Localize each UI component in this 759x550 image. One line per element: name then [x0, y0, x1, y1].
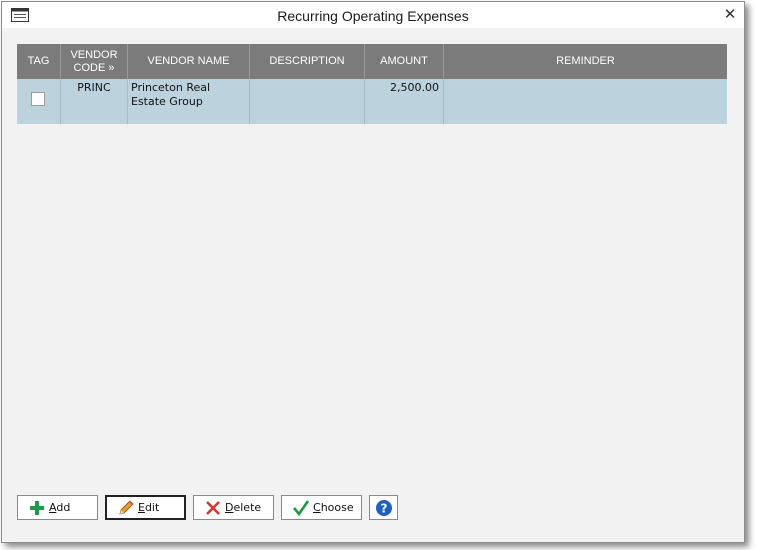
- vendor-name-cell: Princeton Real Estate Group: [128, 79, 250, 124]
- vendor-code-cell: PRINC: [61, 79, 128, 124]
- checkmark-icon: [292, 499, 310, 517]
- tag-checkbox[interactable]: [31, 92, 45, 106]
- delete-button-label: Delete: [225, 501, 262, 514]
- plus-icon: [28, 499, 46, 517]
- reminder-cell: [444, 79, 727, 124]
- delete-button[interactable]: Delete: [193, 495, 274, 520]
- help-icon: ?: [375, 499, 392, 516]
- description-cell: [250, 79, 365, 124]
- column-header-vendor-code[interactable]: VENDOR CODE »: [61, 44, 128, 79]
- help-button[interactable]: ?: [369, 495, 398, 520]
- tag-cell: [17, 79, 61, 124]
- choose-button-label: Choose: [313, 501, 354, 514]
- choose-button[interactable]: Choose: [281, 495, 362, 520]
- column-header-reminder[interactable]: REMINDER: [444, 44, 727, 79]
- column-header-amount[interactable]: AMOUNT: [365, 44, 444, 79]
- add-button-label: Add: [49, 501, 71, 514]
- close-icon[interactable]: ✕: [722, 6, 738, 22]
- title-bar: Recurring Operating Expenses ✕: [2, 2, 744, 28]
- x-delete-icon: [204, 499, 222, 517]
- column-header-vendor-name[interactable]: VENDOR NAME: [128, 44, 250, 79]
- recurring-expenses-window: Recurring Operating Expenses ✕ TAG VENDO…: [1, 1, 745, 543]
- expenses-grid: TAG VENDOR CODE » VENDOR NAME DESCRIPTIO…: [17, 44, 727, 124]
- column-header-tag[interactable]: TAG: [17, 44, 61, 79]
- edit-button[interactable]: Edit: [105, 495, 186, 520]
- column-header-description[interactable]: DESCRIPTION: [250, 44, 365, 79]
- add-button[interactable]: Add: [17, 495, 98, 520]
- amount-cell: 2,500.00: [365, 79, 444, 124]
- pencil-icon: [117, 499, 135, 517]
- edit-button-label: Edit: [138, 501, 160, 514]
- table-row[interactable]: PRINC Princeton Real Estate Group 2,500.…: [17, 79, 727, 124]
- grid-header: TAG VENDOR CODE » VENDOR NAME DESCRIPTIO…: [17, 44, 727, 79]
- svg-text:?: ?: [380, 501, 387, 515]
- window-title: Recurring Operating Expenses: [277, 8, 469, 24]
